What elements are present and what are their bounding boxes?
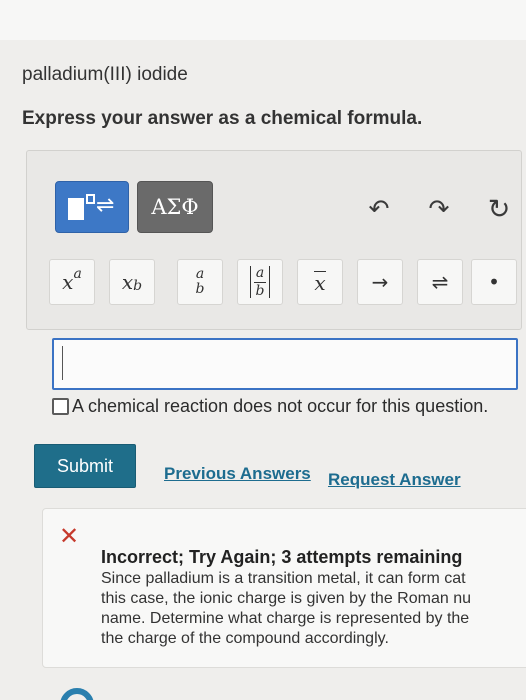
answer-input[interactable]	[52, 338, 518, 390]
top-strip	[0, 0, 526, 40]
redo-icon[interactable]: ↷	[425, 195, 453, 223]
incorrect-x-icon: ✕	[59, 523, 80, 550]
question-title: palladium(III) iodide	[22, 64, 188, 85]
equilibrium-icon: ⇌	[431, 270, 449, 294]
template-box-icon	[86, 194, 95, 204]
greek-symbols-button[interactable]: ΑΣΦ	[137, 181, 213, 233]
submit-button[interactable]: Submit	[34, 444, 136, 488]
text-cursor	[62, 346, 63, 380]
superscript-base: x	[62, 270, 74, 294]
previous-answers-link[interactable]: Previous Answers	[164, 464, 311, 484]
subscript-index: b	[133, 278, 143, 294]
reaction-arrow-button[interactable]: →	[357, 259, 403, 305]
feedback-line: Since palladium is a transition metal, i…	[101, 570, 466, 587]
stack-top: a	[195, 266, 205, 283]
no-reaction-checkbox[interactable]	[52, 398, 69, 415]
stack-button[interactable]: a b	[177, 259, 223, 305]
overbar-button[interactable]: x	[297, 259, 343, 305]
feedback-message: Since palladium is a transition metal, i…	[101, 569, 526, 649]
stack-icon: a b	[196, 267, 205, 296]
feedback-line: name. Determine what charge is represent…	[101, 610, 470, 627]
feedback-title: Incorrect; Try Again; 3 attempts remaini…	[101, 547, 463, 567]
feedback-panel: ✕ Incorrect; Try Again; 3 attempts remai…	[42, 508, 526, 668]
fraction-button[interactable]: a b	[237, 259, 283, 305]
fraction-numerator: a	[255, 264, 265, 281]
stack-bottom: b	[195, 281, 205, 297]
superscript-exponent: a	[73, 266, 82, 282]
partial-circle-icon	[60, 688, 94, 700]
dot-icon: •	[488, 270, 500, 294]
no-reaction-label: A chemical reaction does not occur for t…	[72, 396, 489, 416]
overbar-icon: x	[314, 271, 326, 295]
feedback-line: this case, the ionic charge is given by …	[101, 590, 471, 607]
subscript-button[interactable]: xb	[109, 259, 155, 305]
templates-icon	[68, 198, 84, 220]
equilibrium-arrows-icon: ⇌	[96, 192, 115, 217]
fraction-denominator: b	[255, 282, 265, 299]
superscript-button[interactable]: xa	[49, 259, 95, 305]
subscript-base: x	[121, 270, 134, 294]
page: palladium(III) iodide Express your answe…	[0, 0, 526, 700]
equation-editor: ⇌ ΑΣΦ ↶ ↷ ↻ xa xb a b a b x → ⇌ •	[26, 150, 522, 330]
request-answer-link[interactable]: Request Answer	[328, 470, 461, 490]
dot-button[interactable]: •	[471, 259, 517, 305]
fraction-icon: a b	[250, 264, 270, 299]
templates-button[interactable]: ⇌	[55, 181, 129, 233]
answer-instruction: Express your answer as a chemical formul…	[22, 108, 423, 129]
no-reaction-option[interactable]: A chemical reaction does not occur for t…	[52, 396, 488, 417]
right-arrow-icon: →	[371, 270, 389, 294]
reset-icon[interactable]: ↻	[485, 194, 513, 224]
equilibrium-arrow-button[interactable]: ⇌	[417, 259, 463, 305]
undo-icon[interactable]: ↶	[365, 195, 393, 223]
feedback-line: the charge of the compound accordingly.	[101, 630, 389, 647]
